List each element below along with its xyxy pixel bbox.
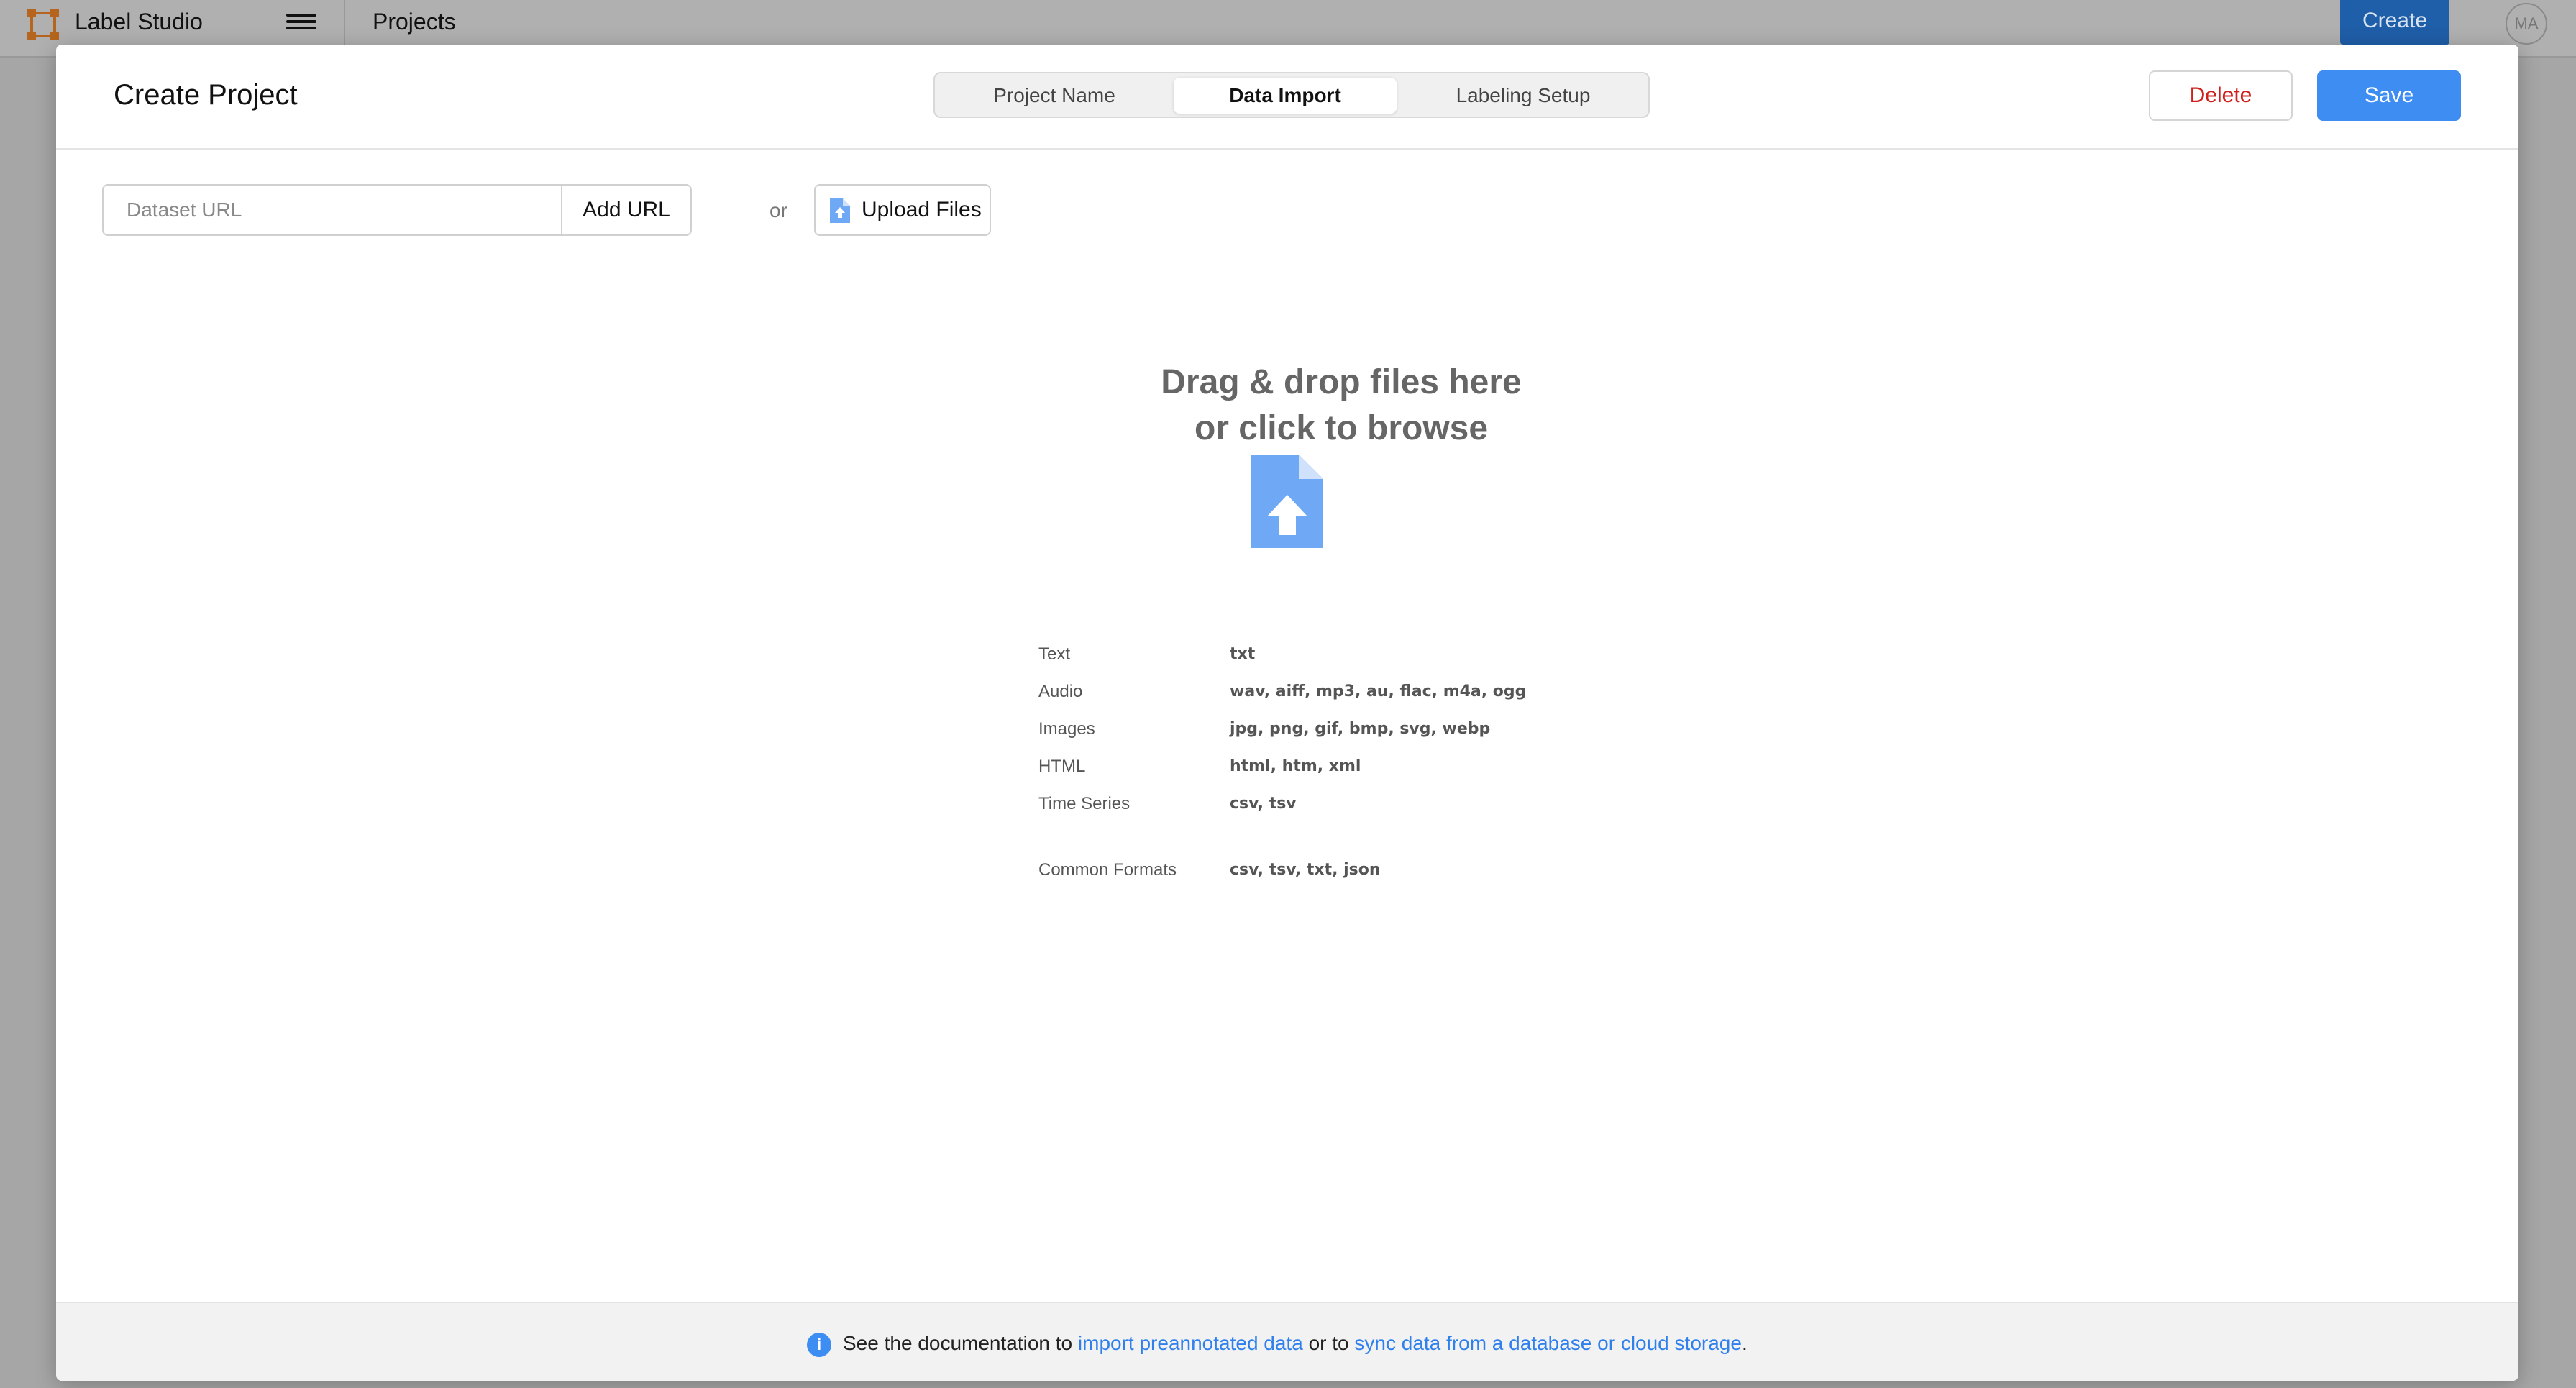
format-row: Text txt xyxy=(1038,640,1686,669)
breadcrumb-projects[interactable]: Projects xyxy=(373,7,456,36)
format-type: Time Series xyxy=(1038,794,1131,813)
tab-data-import[interactable]: Data Import xyxy=(1174,78,1397,114)
dropzone-line-1: Drag & drop files here xyxy=(1161,363,1522,401)
file-upload-icon xyxy=(830,198,850,223)
user-avatar[interactable]: MA xyxy=(2506,3,2547,45)
dropzone-instructions[interactable]: Drag & drop files here or click to brows… xyxy=(1000,360,1683,452)
format-type: HTML xyxy=(1038,757,1086,776)
format-row: Audio wav, aiff, mp3, au, flac, m4a, ogg xyxy=(1038,677,1686,706)
brand-name[interactable]: Label Studio xyxy=(75,7,203,36)
add-url-button[interactable]: Add URL xyxy=(561,184,692,236)
format-row: Images jpg, png, gif, bmp, svg, webp xyxy=(1038,715,1686,744)
tab-project-name[interactable]: Project Name xyxy=(939,78,1169,114)
format-type: Text xyxy=(1038,644,1071,664)
footer-text-suffix: . xyxy=(1741,1332,1748,1354)
format-type: Images xyxy=(1038,719,1095,739)
format-row: Time Series csv, tsv xyxy=(1038,790,1686,818)
format-extensions: txt xyxy=(1230,645,1256,663)
or-separator: or xyxy=(769,199,787,222)
save-button[interactable]: Save xyxy=(2317,70,2461,121)
format-extensions: jpg, png, gif, bmp, svg, webp xyxy=(1230,720,1491,738)
upload-files-label: Upload Files xyxy=(862,198,982,222)
dropzone-line-2: or click to browse xyxy=(1194,409,1489,447)
delete-button[interactable]: Delete xyxy=(2149,70,2293,121)
dataset-url-input[interactable] xyxy=(102,184,562,236)
format-type: Audio xyxy=(1038,682,1083,701)
sync-data-storage-link[interactable]: sync data from a database or cloud stora… xyxy=(1354,1332,1742,1354)
modal-title: Create Project xyxy=(114,79,298,111)
hamburger-menu-icon[interactable] xyxy=(286,10,316,35)
modal-header: Create Project Project Name Data Import … xyxy=(56,45,2518,150)
wizard-tabs: Project Name Data Import Labeling Setup xyxy=(933,72,1650,118)
format-row: Common Formats csv, tsv, txt, json xyxy=(1038,856,1686,885)
info-icon: i xyxy=(807,1332,831,1357)
footer-text-prefix: See the documentation to xyxy=(843,1332,1078,1354)
label-studio-logo-icon[interactable] xyxy=(26,7,60,42)
import-preannotated-data-link[interactable]: import preannotated data xyxy=(1078,1332,1303,1354)
modal-footer: i See the documentation to import preanno… xyxy=(56,1302,2518,1381)
format-extensions: wav, aiff, mp3, au, flac, m4a, ogg xyxy=(1230,682,1527,700)
format-extensions: csv, tsv xyxy=(1230,795,1297,813)
upload-file-icon[interactable] xyxy=(1251,455,1323,548)
tab-labeling-setup[interactable]: Labeling Setup xyxy=(1401,78,1645,114)
format-type: Common Formats xyxy=(1038,860,1177,880)
create-project-button[interactable]: Create xyxy=(2340,0,2449,45)
format-row: HTML html, htm, xml xyxy=(1038,752,1686,781)
create-project-modal: Create Project Project Name Data Import … xyxy=(56,45,2518,1381)
footer-text-middle: or to xyxy=(1302,1332,1355,1354)
upload-files-button[interactable]: Upload Files xyxy=(814,184,991,236)
dataset-url-group: Add URL xyxy=(102,184,692,236)
format-extensions: csv, tsv, txt, json xyxy=(1230,861,1381,879)
format-extensions: html, htm, xml xyxy=(1230,757,1361,775)
documentation-hint: i See the documentation to import preanno… xyxy=(807,1329,1748,1358)
